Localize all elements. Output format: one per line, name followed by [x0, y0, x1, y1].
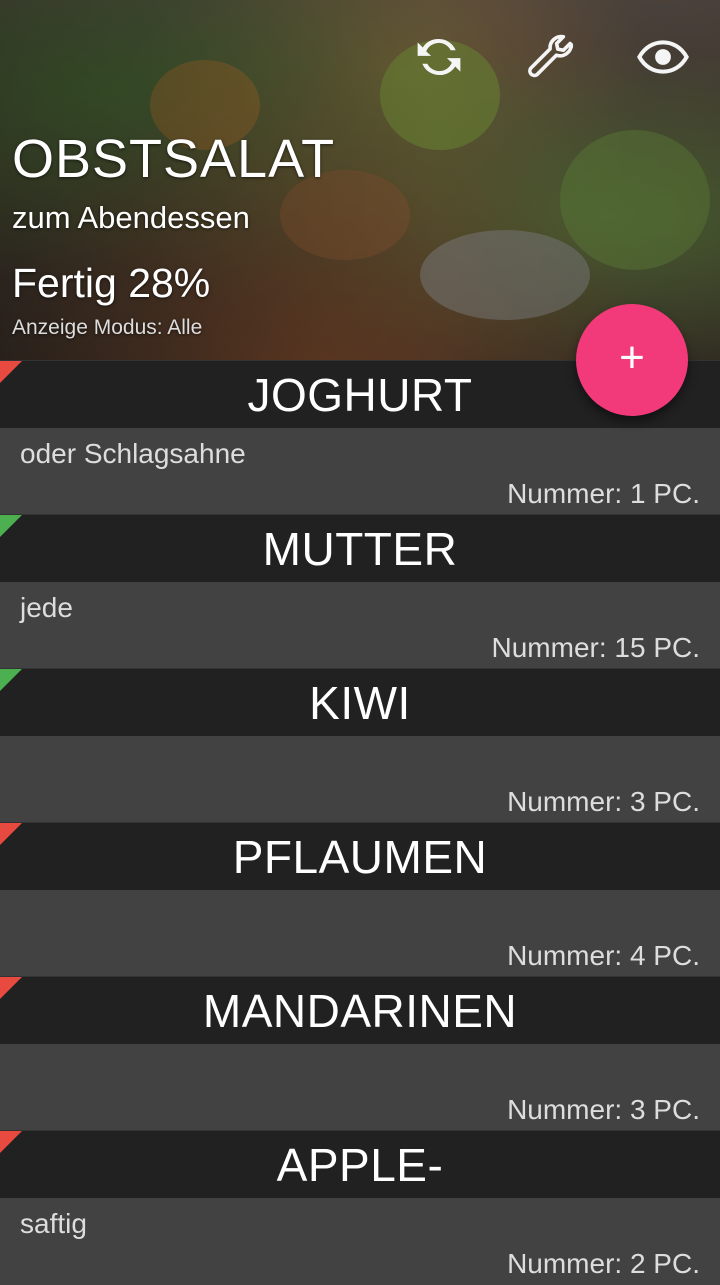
- shopping-list: JOGHURT oder Schlagsahne Nummer: 1 PC. M…: [0, 360, 720, 1285]
- list-subtitle: zum Abendessen: [12, 200, 250, 235]
- item-name: MANDARINEN: [202, 984, 518, 1037]
- status-marker: [0, 669, 22, 691]
- item-name: APPLE-: [276, 1138, 444, 1191]
- progress-text: Fertig 28%: [12, 260, 211, 306]
- status-marker: [0, 361, 22, 383]
- item-details: jede Nummer: 15 PC.: [0, 582, 720, 669]
- item-quantity: Nummer: 2 PC.: [507, 1248, 700, 1279]
- item-details: oder Schlagsahne Nummer: 1 PC.: [0, 428, 720, 515]
- refresh-icon[interactable]: [412, 30, 466, 84]
- list-item[interactable]: MANDARINEN Nummer: 3 PC.: [0, 976, 720, 1131]
- item-details: Nummer: 3 PC.: [0, 736, 720, 823]
- list-title: OBSTSALAT: [12, 129, 336, 189]
- status-marker: [0, 1131, 22, 1153]
- list-item[interactable]: KIWI Nummer: 3 PC.: [0, 668, 720, 823]
- item-header: PFLAUMEN: [0, 822, 720, 890]
- item-details: Nummer: 3 PC.: [0, 1044, 720, 1131]
- item-note: oder Schlagsahne: [20, 438, 246, 469]
- item-details: saftig Nummer: 2 PC.: [0, 1198, 720, 1285]
- item-header: KIWI: [0, 668, 720, 736]
- plus-icon: +: [619, 333, 645, 382]
- item-quantity: Nummer: 3 PC.: [507, 786, 700, 817]
- item-name: PFLAUMEN: [232, 830, 488, 883]
- display-mode-text: Anzeige Modus: Alle: [12, 316, 203, 339]
- item-quantity: Nummer: 4 PC.: [507, 940, 700, 971]
- header-banner: OBSTSALAT zum Abendessen Fertig 28% Anze…: [0, 0, 720, 360]
- item-name: JOGHURT: [247, 368, 473, 421]
- list-item[interactable]: MUTTER jede Nummer: 15 PC.: [0, 514, 720, 669]
- status-marker: [0, 977, 22, 999]
- add-item-button[interactable]: +: [576, 304, 688, 416]
- list-item[interactable]: APPLE- saftig Nummer: 2 PC.: [0, 1130, 720, 1285]
- item-header: MUTTER: [0, 514, 720, 582]
- item-name: MUTTER: [262, 522, 458, 575]
- status-marker: [0, 515, 22, 537]
- item-name: KIWI: [309, 676, 411, 729]
- wrench-icon[interactable]: [524, 30, 578, 84]
- eye-icon[interactable]: [636, 30, 690, 84]
- item-quantity: Nummer: 1 PC.: [507, 478, 700, 509]
- item-quantity: Nummer: 3 PC.: [507, 1094, 700, 1125]
- item-note: saftig: [20, 1208, 87, 1239]
- item-quantity: Nummer: 15 PC.: [491, 632, 701, 663]
- list-item[interactable]: PFLAUMEN Nummer: 4 PC.: [0, 822, 720, 977]
- item-note: jede: [20, 592, 73, 623]
- item-header: MANDARINEN: [0, 976, 720, 1044]
- item-details: Nummer: 4 PC.: [0, 890, 720, 977]
- status-marker: [0, 823, 22, 845]
- item-header: APPLE-: [0, 1130, 720, 1198]
